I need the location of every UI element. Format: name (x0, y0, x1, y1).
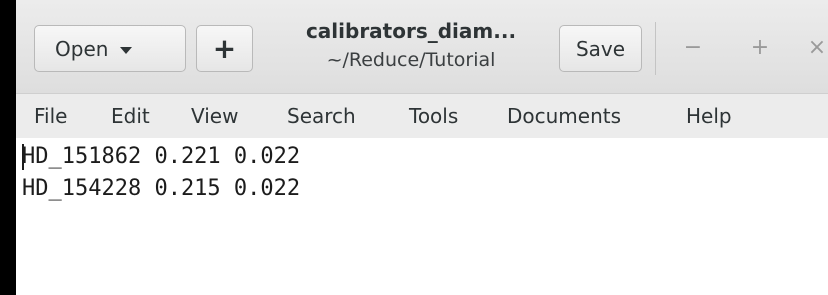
editor-line: HD_154228 0.215 0.022 (22, 176, 301, 201)
menu-tools[interactable]: Tools (409, 94, 458, 138)
menu-edit[interactable]: Edit (111, 94, 150, 138)
plus-icon: + (212, 32, 237, 65)
open-button-label: Open (55, 36, 109, 61)
menu-documents[interactable]: Documents (507, 94, 621, 138)
text-editor-area[interactable]: HD_151862 0.221 0.022 HD_154228 0.215 0.… (16, 138, 828, 295)
menu-view[interactable]: View (191, 94, 238, 138)
header-separator (655, 22, 656, 75)
save-button[interactable]: Save (559, 25, 642, 72)
save-button-label: Save (575, 36, 626, 61)
header-bar: Open + calibrators_diam... ~/Reduce/Tuto… (16, 0, 828, 94)
chevron-down-icon (120, 46, 133, 54)
text-editor-window: Open + calibrators_diam... ~/Reduce/Tuto… (16, 0, 828, 295)
window-subtitle: ~/Reduce/Tutorial (326, 49, 496, 71)
window-title-block: calibrators_diam... ~/Reduce/Tutorial (266, 16, 556, 74)
close-icon[interactable]: × (802, 30, 828, 66)
menu-search[interactable]: Search (287, 94, 356, 138)
open-button[interactable]: Open (34, 25, 186, 72)
menu-help[interactable]: Help (686, 94, 732, 138)
maximize-icon[interactable]: + (745, 30, 775, 66)
minimize-icon[interactable]: − (678, 30, 708, 66)
window-title: calibrators_diam... (305, 19, 517, 43)
menu-file[interactable]: File (34, 94, 67, 138)
text-cursor (22, 144, 24, 170)
editor-line: HD_151862 0.221 0.022 (22, 144, 301, 169)
new-document-button[interactable]: + (196, 25, 253, 72)
